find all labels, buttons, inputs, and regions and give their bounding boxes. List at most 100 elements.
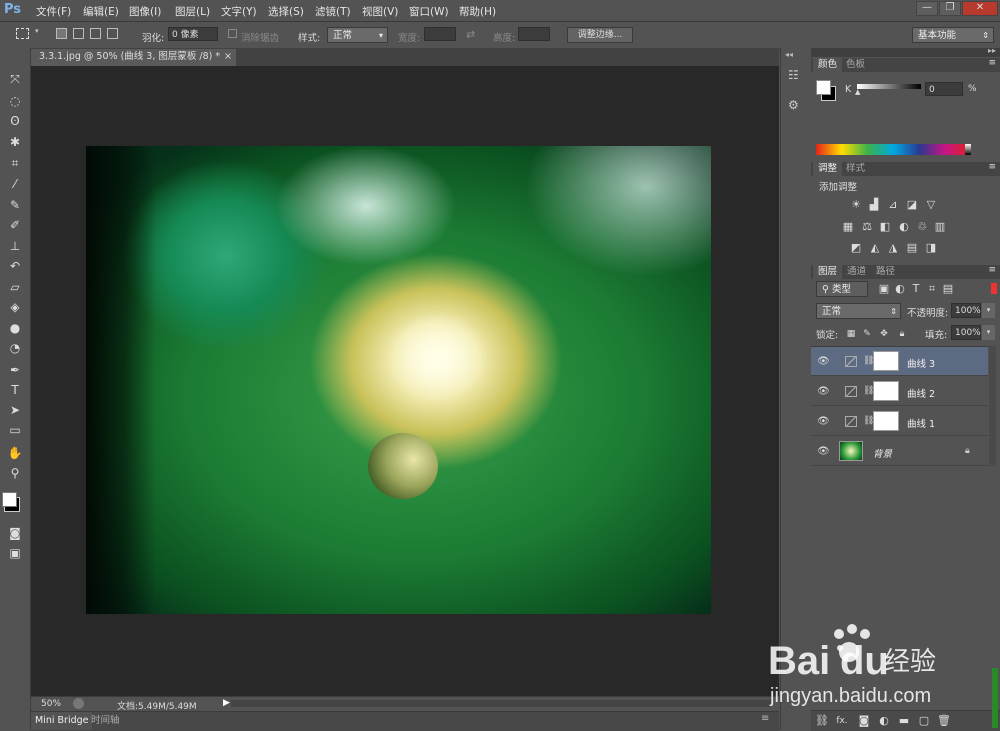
opacity-slider-icon[interactable]: ▾: [982, 303, 995, 318]
foreground-color-swatch[interactable]: [2, 492, 17, 507]
menu-file[interactable]: 文件(F): [36, 4, 71, 19]
layer-name[interactable]: 背景: [873, 446, 892, 460]
menu-help[interactable]: 帮助(H): [459, 4, 496, 19]
new-layer-icon[interactable]: ▢: [917, 715, 931, 727]
pen-tool-icon[interactable]: ✒: [5, 361, 25, 379]
document-tab[interactable]: 3.3.1.jpg @ 50% (曲线 3, 图层蒙板 /8) * ×: [31, 49, 236, 66]
tab-styles[interactable]: 样式: [841, 162, 870, 176]
fill-input[interactable]: 100%: [951, 325, 981, 340]
style-dropdown[interactable]: 正常 ▾: [327, 27, 388, 43]
layer-row[interactable]: 👁︎ 背景 🔒︎: [811, 437, 988, 466]
channel-mixer-icon[interactable]: ♲: [915, 221, 929, 233]
brightness-icon[interactable]: ☀: [849, 199, 863, 211]
height-input[interactable]: [518, 27, 550, 41]
visibility-eye-icon[interactable]: 👁︎: [817, 416, 830, 427]
tab-layers[interactable]: 图层: [813, 265, 843, 279]
tab-paths[interactable]: 路径: [871, 265, 900, 279]
layer-row[interactable]: 👁︎ ⛓︎ 曲线 2: [811, 377, 988, 406]
document-image[interactable]: [86, 146, 711, 614]
lock-position-icon[interactable]: ✥: [877, 328, 891, 340]
feather-input[interactable]: 0 像素: [168, 27, 218, 41]
tab-timeline[interactable]: 时间轴: [91, 712, 120, 730]
antialias-checkbox[interactable]: [228, 29, 237, 38]
panel-resize-grip[interactable]: [992, 668, 998, 728]
color-spectrum[interactable]: [816, 144, 971, 155]
link-layers-icon[interactable]: ⛓︎: [815, 715, 829, 727]
lock-pixels-icon[interactable]: ✎: [860, 328, 874, 340]
lock-all-icon[interactable]: 🔒︎: [895, 328, 909, 340]
fill-slider-icon[interactable]: ▾: [982, 325, 995, 340]
swap-dimensions-icon[interactable]: ⇄: [466, 28, 475, 41]
layer-mask-thumbnail[interactable]: [873, 411, 899, 431]
intersect-selection-icon[interactable]: [107, 28, 118, 39]
layer-name[interactable]: 曲线 3: [907, 356, 935, 370]
color-lookup-icon[interactable]: ▥: [933, 221, 947, 233]
lasso-tool-icon[interactable]: ʘ: [5, 112, 25, 130]
marquee-tool-icon[interactable]: ◌: [5, 92, 25, 110]
eyedropper-tool-icon[interactable]: ⁄: [5, 175, 25, 193]
lock-transparent-icon[interactable]: ▦: [844, 328, 858, 340]
blend-mode-dropdown[interactable]: 正常 ⇕: [816, 303, 901, 319]
crop-tool-icon[interactable]: ⌗: [5, 154, 25, 172]
tab-mini-bridge[interactable]: Mini Bridge: [31, 712, 93, 730]
add-selection-icon[interactable]: [73, 28, 84, 39]
filter-shape-icon[interactable]: ⌗: [925, 283, 939, 295]
panel-menu-icon[interactable]: ≡: [988, 265, 996, 275]
levels-icon[interactable]: ▟: [867, 199, 881, 211]
add-mask-icon[interactable]: ◙: [857, 715, 871, 727]
channel-slider[interactable]: [857, 84, 921, 89]
close-tab-icon[interactable]: ×: [224, 49, 232, 65]
filter-pixel-icon[interactable]: ▣: [877, 283, 891, 295]
brush-tool-icon[interactable]: ✐: [5, 216, 25, 234]
healing-brush-tool-icon[interactable]: ✎: [5, 196, 25, 214]
tab-adjustments[interactable]: 调整: [813, 162, 843, 176]
new-adjustment-icon[interactable]: ◐: [877, 715, 891, 727]
menu-window[interactable]: 窗口(W): [409, 4, 449, 19]
menu-select[interactable]: 选择(S): [268, 4, 304, 19]
maximize-button[interactable]: ❐: [939, 1, 961, 16]
menu-image[interactable]: 图像(I): [129, 4, 161, 19]
expand-arrows-icon[interactable]: ▸▸: [988, 46, 996, 55]
exposure-icon[interactable]: ◪: [905, 199, 919, 211]
visibility-eye-icon[interactable]: 👁︎: [817, 386, 830, 397]
paint-bucket-tool-icon[interactable]: ◈: [5, 298, 25, 316]
layer-filter-dropdown[interactable]: ⚲ 类型: [816, 281, 868, 297]
slider-handle-icon[interactable]: ▲: [855, 88, 860, 96]
opacity-input[interactable]: 100%: [951, 303, 981, 318]
status-icon[interactable]: [73, 698, 84, 709]
filter-toggle-icon[interactable]: [991, 283, 997, 294]
eraser-tool-icon[interactable]: ▱: [5, 278, 25, 296]
background-layer-thumbnail[interactable]: [839, 441, 863, 461]
fx-icon[interactable]: fx.: [835, 715, 849, 727]
move-tool-icon[interactable]: ⤧: [5, 70, 25, 88]
filter-type-icon[interactable]: T: [909, 283, 923, 295]
magic-wand-tool-icon[interactable]: ✱: [5, 133, 25, 151]
spectrum-bw[interactable]: [965, 144, 971, 155]
tab-color[interactable]: 颜色: [813, 58, 843, 72]
minimize-button[interactable]: —: [916, 1, 938, 16]
tab-swatches[interactable]: 色板: [841, 58, 870, 72]
panel-menu-icon[interactable]: ≡: [761, 713, 769, 724]
threshold-icon[interactable]: ◮: [886, 242, 900, 254]
type-tool-icon[interactable]: T: [5, 381, 25, 399]
menu-filter[interactable]: 滤镜(T): [315, 4, 351, 19]
posterize-icon[interactable]: ◭: [868, 242, 882, 254]
workspace-dropdown[interactable]: 基本功能 ⇕: [912, 27, 994, 43]
path-selection-tool-icon[interactable]: ➤: [5, 401, 25, 419]
channel-value-input[interactable]: 0: [925, 82, 963, 96]
filter-smart-object-icon[interactable]: ▤: [941, 283, 955, 295]
layer-row[interactable]: 👁︎ ⛓︎ 曲线 3: [811, 347, 988, 376]
photo-filter-icon[interactable]: ◐: [897, 221, 911, 233]
stamp-tool-icon[interactable]: ⊥: [5, 237, 25, 255]
refine-edge-button[interactable]: 调整边缘...: [567, 27, 633, 43]
gradient-map-icon[interactable]: ▤: [905, 242, 919, 254]
layers-scrollbar[interactable]: [989, 346, 996, 466]
tab-channels[interactable]: 通道: [842, 265, 871, 279]
hue-saturation-icon[interactable]: ▦: [841, 221, 855, 233]
vibrance-icon[interactable]: ▽: [924, 199, 938, 211]
zoom-level[interactable]: 50%: [41, 699, 61, 709]
layer-row[interactable]: 👁︎ ⛓︎ 曲线 1: [811, 407, 988, 436]
rectangle-tool-icon[interactable]: ▭: [5, 421, 25, 439]
panel-menu-icon[interactable]: ≡: [988, 58, 996, 68]
status-menu-arrow-icon[interactable]: ▶: [223, 698, 230, 708]
